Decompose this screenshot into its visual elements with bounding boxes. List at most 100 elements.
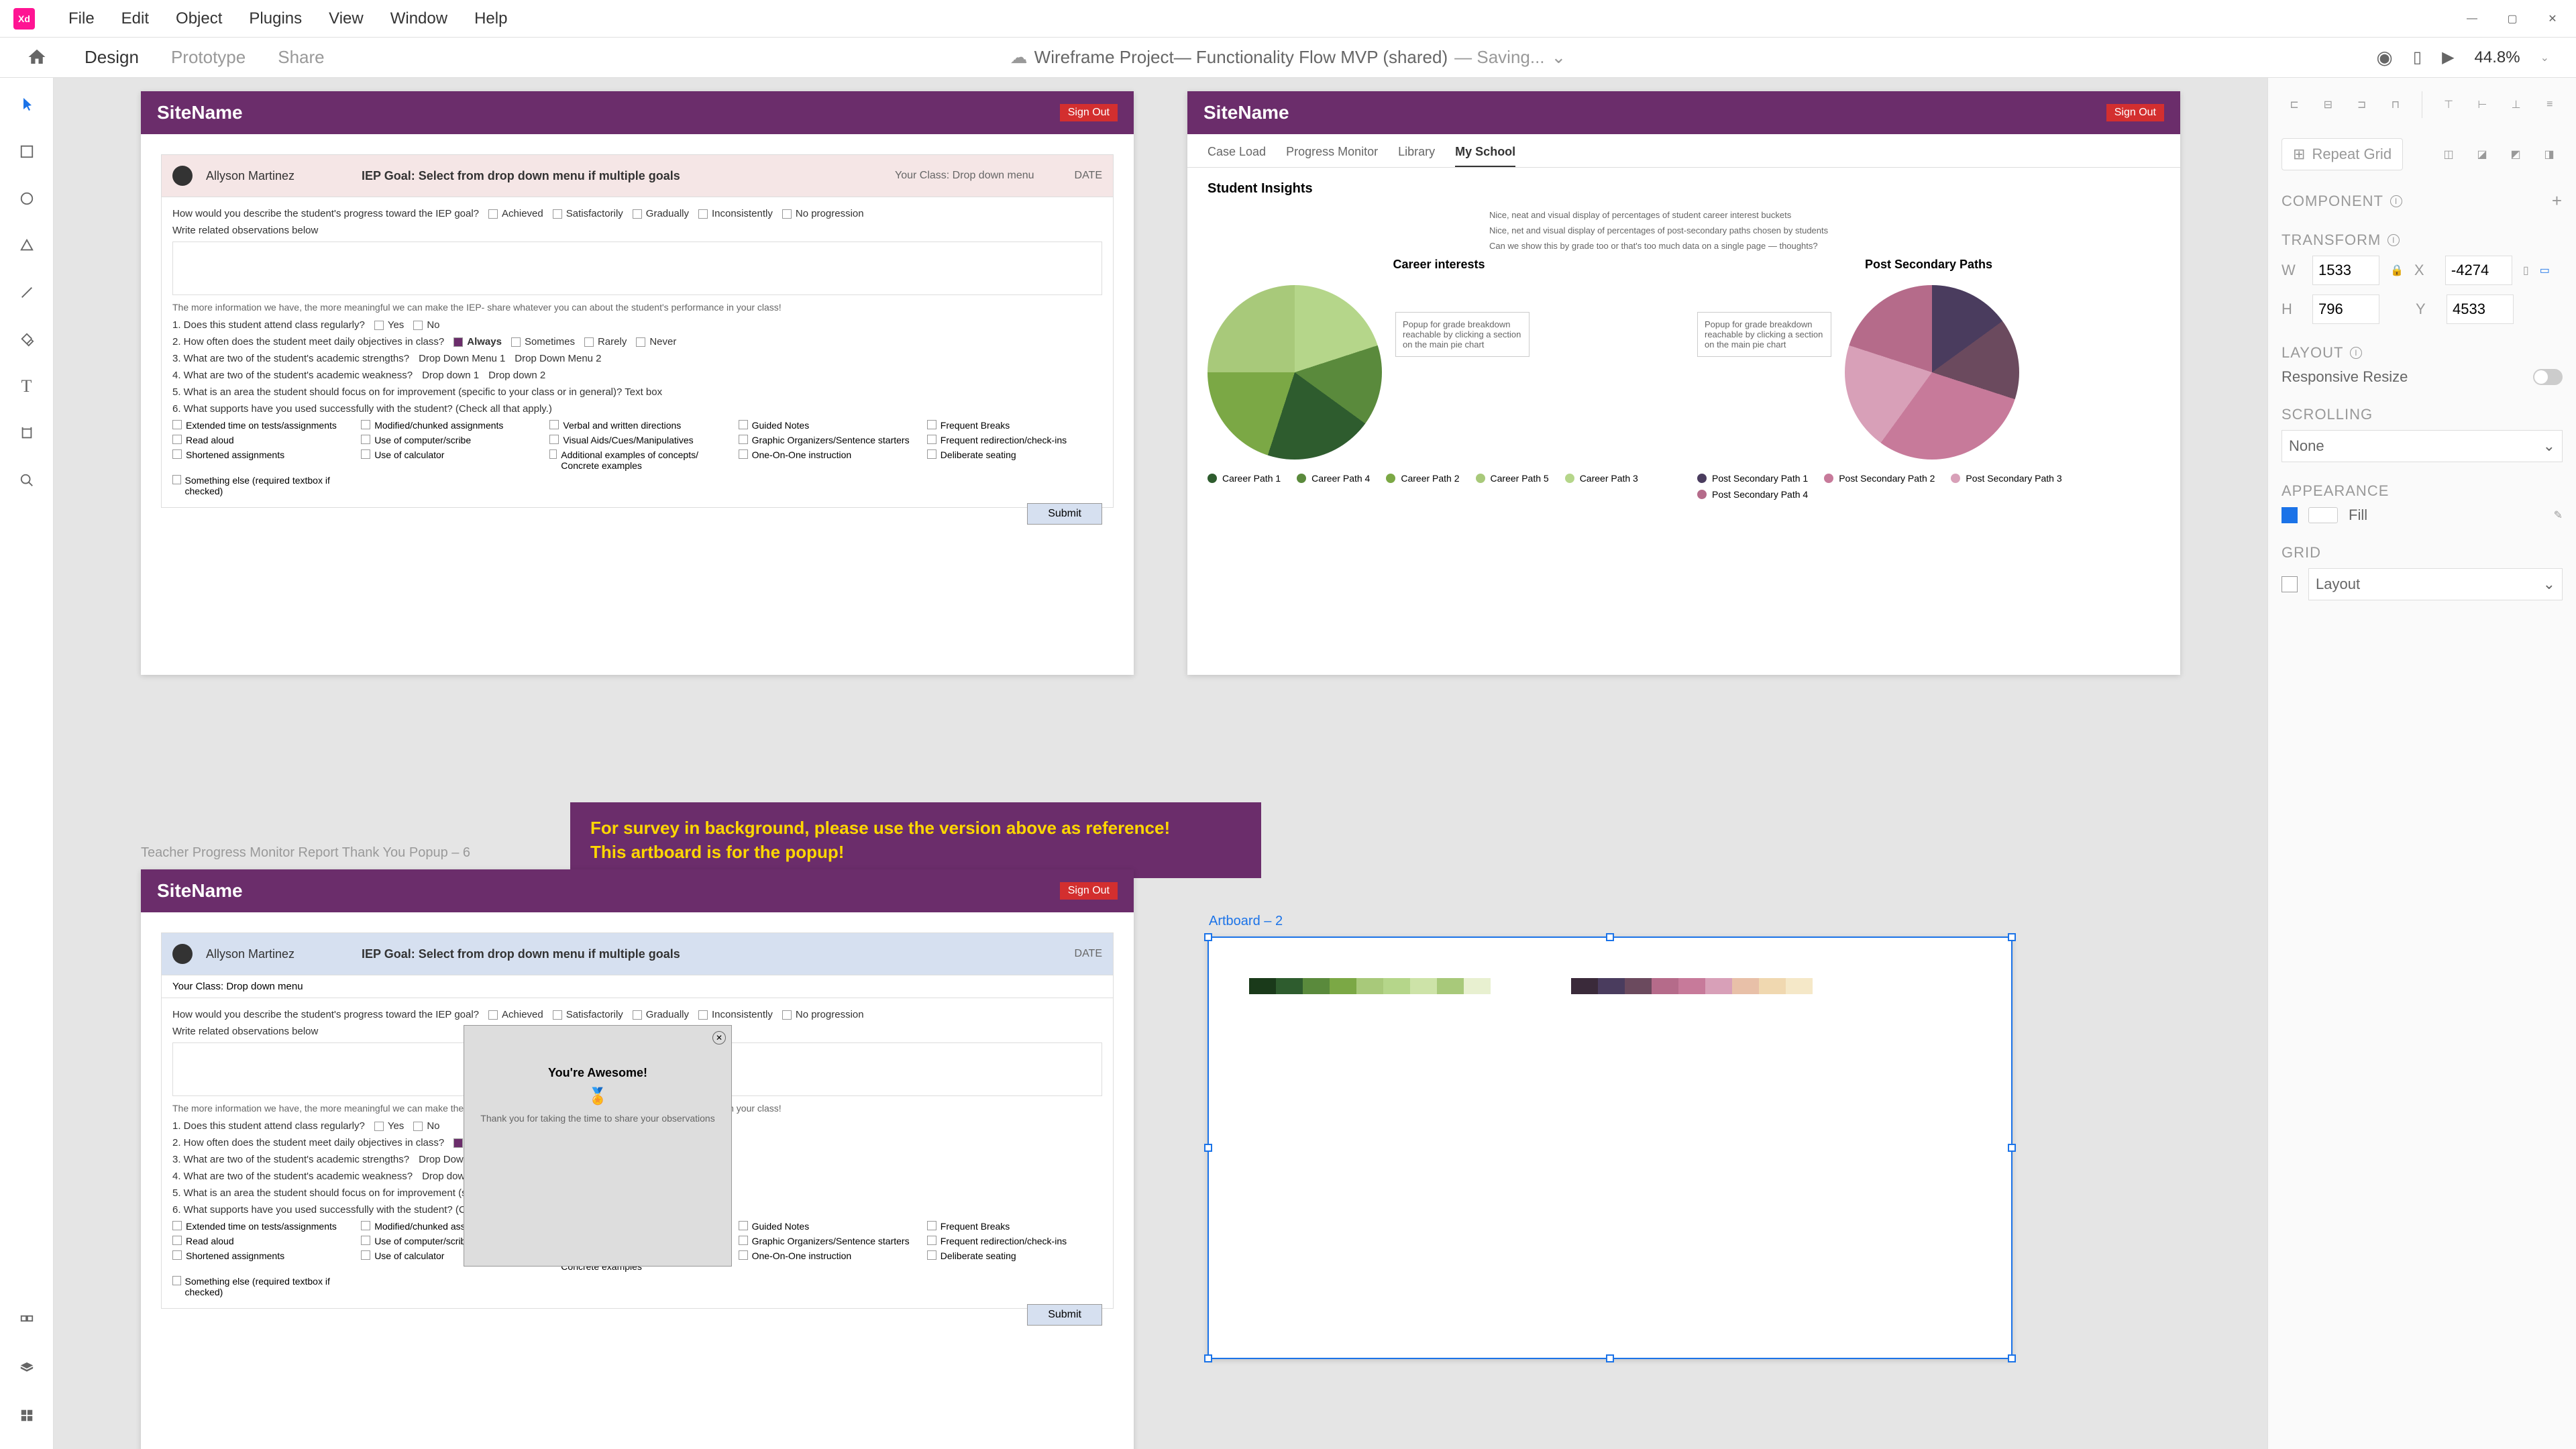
layers-icon[interactable] xyxy=(13,1355,40,1382)
popup-note-box: Popup for grade breakdown reachable by c… xyxy=(1697,312,1831,357)
artboard-insights[interactable]: SiteNameSign Out Case Load Progress Moni… xyxy=(1187,91,2180,675)
artboard-survey[interactable]: SiteName Sign Out Allyson Martinez IEP G… xyxy=(141,91,1134,675)
zoom-value[interactable]: 44.8% xyxy=(2475,48,2520,67)
ellipse-tool[interactable] xyxy=(13,185,40,212)
landscape-icon[interactable]: ▭ xyxy=(2540,264,2550,277)
artboard-tool[interactable] xyxy=(13,420,40,447)
info-icon[interactable]: i xyxy=(2390,195,2402,207)
cloud-icon: ☁ xyxy=(1010,47,1028,68)
menu-edit[interactable]: Edit xyxy=(108,9,162,28)
tab-share[interactable]: Share xyxy=(262,47,340,68)
add-icon[interactable]: + xyxy=(2552,191,2563,211)
component-label: COMPONENT xyxy=(2282,193,2383,210)
observations-textarea[interactable] xyxy=(172,241,1102,295)
align-top2-icon[interactable]: ⊤ xyxy=(2436,91,2461,118)
align-left-icon[interactable]: ⊏ xyxy=(2282,91,2307,118)
home-icon[interactable] xyxy=(27,47,48,68)
left-toolbar: T xyxy=(0,78,54,1449)
align-middle-icon[interactable]: ⊢ xyxy=(2469,91,2495,118)
doc-name: Wireframe Project— Functionality Flow MV… xyxy=(1034,47,1448,68)
distribute-icon[interactable]: ≡ xyxy=(2537,91,2563,118)
grid-checkbox[interactable] xyxy=(2282,576,2298,592)
x-label: X xyxy=(2414,262,2434,279)
chevron-down-icon[interactable]: ⌄ xyxy=(1552,47,1566,68)
chevron-down-icon[interactable]: ⌄ xyxy=(2540,51,2549,64)
zoom-tool[interactable] xyxy=(13,467,40,494)
artboard-popup[interactable]: Teacher Progress Monitor Report Thank Yo… xyxy=(141,869,1134,1449)
palette-purple xyxy=(1571,978,1813,994)
align-center-h-icon[interactable]: ⊟ xyxy=(2315,91,2341,118)
responsive-toggle[interactable] xyxy=(2533,369,2563,385)
repeat-grid-button[interactable]: ⊞Repeat Grid xyxy=(2282,138,2403,170)
align-bottom-icon[interactable]: ⊥ xyxy=(2503,91,2528,118)
maximize-icon[interactable]: ▢ xyxy=(2502,9,2522,29)
date-label: DATE xyxy=(1075,170,1102,182)
doc-status: — Saving... xyxy=(1454,47,1544,68)
canvas[interactable]: SiteName Sign Out Allyson Martinez IEP G… xyxy=(54,78,2267,1449)
sign-out-button[interactable]: Sign Out xyxy=(1060,104,1118,121)
pen-tool[interactable] xyxy=(13,326,40,353)
scrolling-dropdown[interactable]: None⌄ xyxy=(2282,430,2563,462)
popup-close-button[interactable]: ✕ xyxy=(712,1031,726,1044)
pie-chart-careers[interactable] xyxy=(1208,285,1382,460)
submit-button[interactable]: Submit xyxy=(1027,1304,1102,1326)
sign-out-button[interactable]: Sign Out xyxy=(2106,104,2164,121)
chart1-title: Career interests xyxy=(1208,258,1670,272)
fill-checkbox[interactable] xyxy=(2282,507,2298,523)
line-tool[interactable] xyxy=(13,279,40,306)
tab-design[interactable]: Design xyxy=(68,47,155,68)
bool-add-icon[interactable]: ◫ xyxy=(2435,141,2462,168)
align-right-icon[interactable]: ⊐ xyxy=(2349,91,2375,118)
sign-out-button[interactable]: Sign Out xyxy=(1060,882,1118,900)
x-input[interactable] xyxy=(2445,256,2512,285)
select-tool[interactable] xyxy=(13,91,40,118)
plugins-icon[interactable] xyxy=(13,1402,40,1429)
minimize-icon[interactable]: — xyxy=(2462,9,2482,29)
grid-dropdown[interactable]: Layout⌄ xyxy=(2308,568,2563,600)
menu-file[interactable]: File xyxy=(55,9,108,28)
text-tool[interactable]: T xyxy=(13,373,40,400)
menu-bar: Xd File Edit Object Plugins View Window … xyxy=(0,0,2576,38)
tab-library[interactable]: Library xyxy=(1398,145,1435,167)
tab-caseload[interactable]: Case Load xyxy=(1208,145,1266,167)
menu-window[interactable]: Window xyxy=(377,9,461,28)
eyedropper-icon[interactable]: ✎ xyxy=(2554,508,2563,522)
artboard-palette[interactable]: Artboard – 2 xyxy=(1208,936,2012,1359)
submit-button[interactable]: Submit xyxy=(1027,503,1102,525)
menu-object[interactable]: Object xyxy=(162,9,235,28)
tab-prototype[interactable]: Prototype xyxy=(155,47,262,68)
info-icon[interactable]: i xyxy=(2387,234,2400,246)
play-icon[interactable]: ▶ xyxy=(2442,48,2454,67)
device-icon[interactable]: ▯ xyxy=(2413,48,2422,67)
portrait-icon[interactable]: ▯ xyxy=(2523,264,2529,277)
width-input[interactable] xyxy=(2312,256,2379,285)
lock-icon[interactable]: 🔒 xyxy=(2390,264,2404,277)
sub-header: Design Prototype Share ☁ Wireframe Proje… xyxy=(0,38,2576,78)
bool-sub-icon[interactable]: ◪ xyxy=(2469,141,2496,168)
user-icon[interactable]: ◉ xyxy=(2376,46,2392,68)
bool-int-icon[interactable]: ◩ xyxy=(2502,141,2529,168)
pie-chart-paths[interactable] xyxy=(1845,285,2019,460)
artboard-label[interactable]: Teacher Progress Monitor Report Thank Yo… xyxy=(141,845,470,861)
menu-help[interactable]: Help xyxy=(461,9,521,28)
tab-myschool[interactable]: My School xyxy=(1455,145,1515,167)
menu-view[interactable]: View xyxy=(315,9,377,28)
height-input[interactable] xyxy=(2312,294,2379,324)
note-text: Nice, net and visual display of percenta… xyxy=(1489,225,2160,235)
info-icon[interactable]: i xyxy=(2350,347,2362,359)
artboard-label[interactable]: Artboard – 2 xyxy=(1209,914,1283,929)
your-class-label: Your Class: Drop down menu xyxy=(895,170,1034,182)
assets-icon[interactable] xyxy=(13,1308,40,1335)
tab-progress[interactable]: Progress Monitor xyxy=(1286,145,1378,167)
app-icon: Xd xyxy=(13,8,35,30)
polygon-tool[interactable] xyxy=(13,232,40,259)
y-label: Y xyxy=(2416,301,2436,318)
scrolling-label: SCROLLING xyxy=(2282,406,2373,423)
align-top-icon[interactable]: ⊓ xyxy=(2383,91,2408,118)
bool-exc-icon[interactable]: ◨ xyxy=(2536,141,2563,168)
rectangle-tool[interactable] xyxy=(13,138,40,165)
y-input[interactable] xyxy=(2447,294,2514,324)
fill-color-swatch[interactable] xyxy=(2308,507,2338,523)
close-icon[interactable]: ✕ xyxy=(2542,9,2563,29)
menu-plugins[interactable]: Plugins xyxy=(235,9,315,28)
